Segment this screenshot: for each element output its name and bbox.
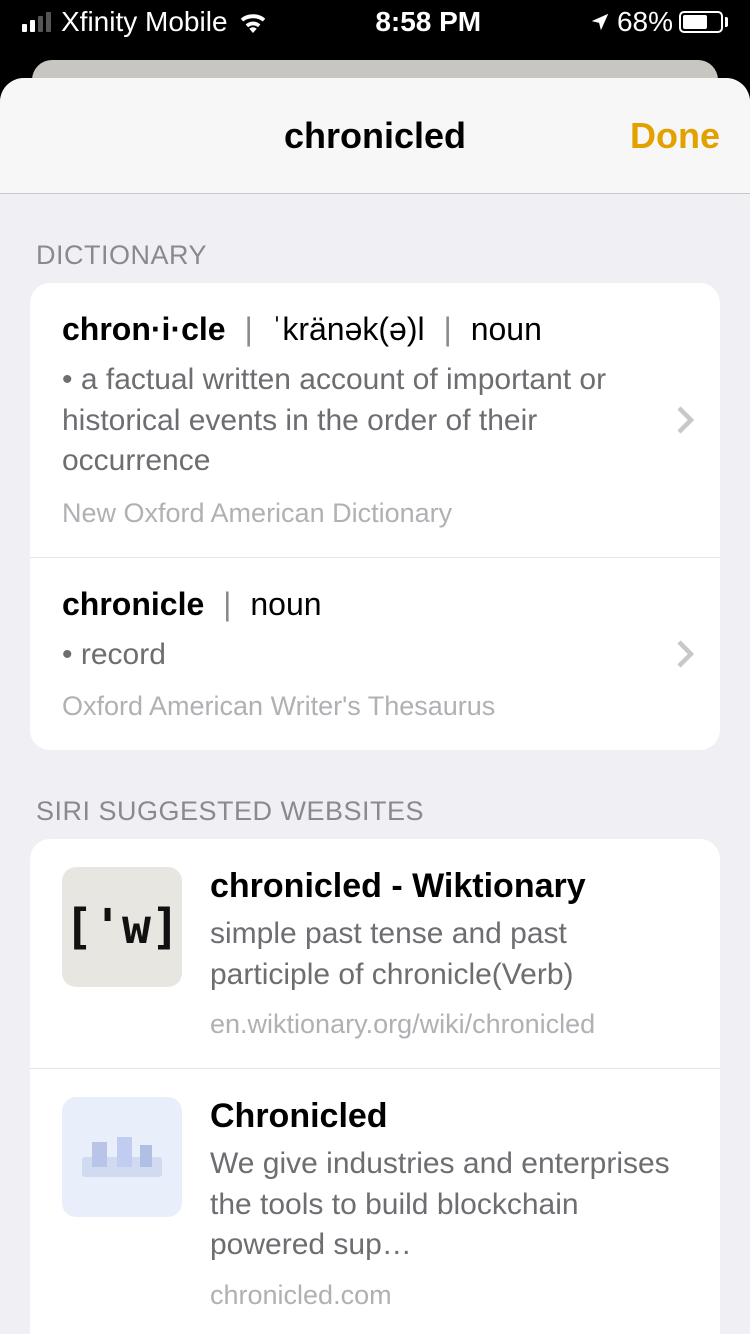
dictionary-section-header: DICTIONARY	[0, 194, 750, 283]
website-url: en.wiktionary.org/wiki/chronicled	[210, 1009, 688, 1040]
definition: • record	[62, 635, 638, 676]
lookup-sheet: chronicled Done DICTIONARY chron·i·cle |…	[0, 78, 750, 1334]
wifi-icon	[238, 11, 268, 33]
dictionary-entry[interactable]: chronicle | noun • record Oxford America…	[30, 558, 720, 751]
word-line: chron·i·cle | ˈkränək(ə)l | noun	[62, 311, 638, 348]
dictionary-source: Oxford American Writer's Thesaurus	[62, 691, 638, 722]
battery-icon	[679, 11, 728, 33]
done-button[interactable]: Done	[630, 115, 720, 157]
website-description: simple past tense and past participle of…	[210, 914, 688, 995]
content-scroll[interactable]: DICTIONARY chron·i·cle | ˈkränək(ə)l | n…	[0, 194, 750, 1334]
sheet-header: chronicled Done	[0, 78, 750, 194]
definition: • a factual written account of important…	[62, 360, 638, 482]
dictionary-source: New Oxford American Dictionary	[62, 498, 638, 529]
website-url: chronicled.com	[210, 1280, 688, 1311]
location-icon	[589, 11, 611, 33]
time-label: 8:58 PM	[375, 6, 481, 38]
website-title: chronicled - Wiktionary	[210, 867, 688, 906]
word-line: chronicle | noun	[62, 586, 638, 623]
word: chron·i·cle	[62, 311, 226, 347]
part-of-speech: noun	[471, 311, 542, 347]
dictionary-card: chron·i·cle | ˈkränək(ə)l | noun • a fac…	[30, 283, 720, 750]
website-entry[interactable]: ['w] chronicled - Wiktionary simple past…	[30, 839, 720, 1069]
website-entry[interactable]: Chronicled We give industries and enterp…	[30, 1069, 720, 1334]
pronunciation: ˈkränək(ə)l	[272, 311, 425, 347]
status-left: Xfinity Mobile	[22, 6, 268, 38]
website-thumb	[62, 1097, 182, 1217]
page-title: chronicled	[284, 115, 466, 157]
website-title: Chronicled	[210, 1097, 688, 1136]
websites-card: ['w] chronicled - Wiktionary simple past…	[30, 839, 720, 1334]
dictionary-entry[interactable]: chron·i·cle | ˈkränək(ə)l | noun • a fac…	[30, 283, 720, 558]
battery-label: 68%	[617, 6, 673, 38]
status-right: 68%	[589, 6, 728, 38]
signal-bars-icon	[22, 12, 51, 32]
word: chronicle	[62, 586, 204, 622]
status-bar: Xfinity Mobile 8:58 PM 68%	[0, 0, 750, 44]
website-thumb: ['w]	[62, 867, 182, 987]
chevron-right-icon	[676, 639, 694, 669]
carrier-label: Xfinity Mobile	[61, 6, 228, 38]
chevron-right-icon	[676, 405, 694, 435]
website-description: We give industries and enterprises the t…	[210, 1144, 688, 1266]
siri-section-header: SIRI SUGGESTED WEBSITES	[0, 750, 750, 839]
part-of-speech: noun	[250, 586, 321, 622]
